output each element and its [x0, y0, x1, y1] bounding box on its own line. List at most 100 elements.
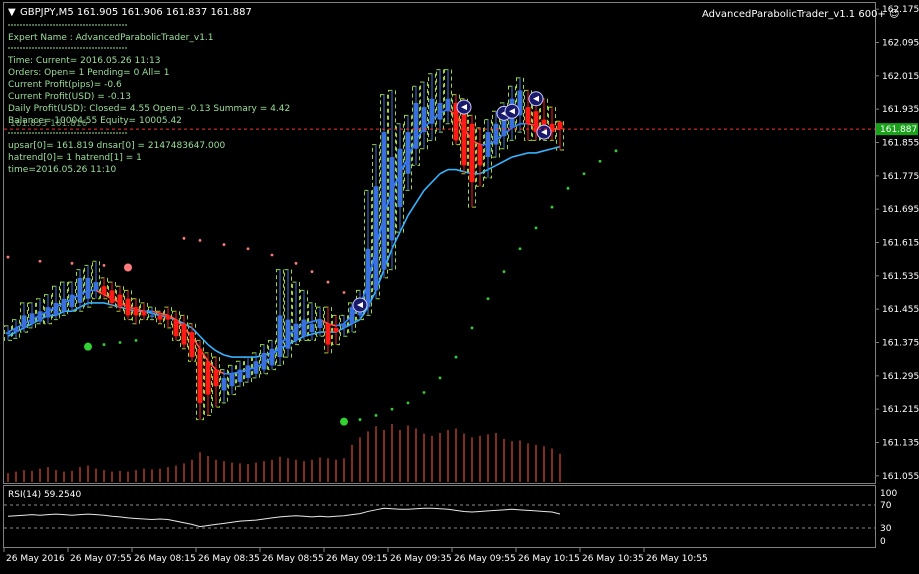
candle-body: [78, 278, 83, 303]
sar-up-dot: [599, 160, 602, 163]
chart-background: [0, 0, 919, 570]
rsi-label: RSI(14) 59.2540: [8, 490, 81, 500]
price-axis-label: 162.095: [882, 39, 919, 49]
time-axis-label: 26 May 2016: [6, 554, 65, 564]
candle-body: [406, 132, 411, 174]
profit-usd-text: Current Profit(USD) = -0.13: [8, 92, 131, 102]
candle-body: [230, 374, 235, 387]
candle-body: [126, 299, 131, 316]
time-axis-label: 26 May 08:55: [262, 554, 324, 564]
candle-body: [94, 282, 99, 290]
sar-up-dot: [340, 418, 348, 426]
candle-body: [390, 157, 395, 240]
candle-body: [438, 103, 443, 120]
candle-body: [526, 107, 531, 124]
candle-body: [478, 145, 483, 166]
candle-body: [246, 365, 251, 378]
sar-up-dot: [119, 341, 122, 344]
price-axis-label: 161.855: [882, 139, 919, 149]
candle-body: [318, 320, 323, 328]
expert-name-text: Expert Name : AdvancedParabolicTrader_v1…: [8, 33, 214, 43]
rsi-axis-0: 0: [880, 537, 886, 547]
hatrend-text: hatrend[0]= 1 hatrend[1] = 1: [8, 153, 142, 163]
candle-body: [470, 124, 475, 182]
price-axis-label: 161.215: [882, 405, 919, 415]
candle-body: [302, 320, 307, 337]
sar-up-dot: [487, 297, 490, 300]
candle-body: [150, 315, 155, 317]
rsi-axis-100: 100: [880, 489, 897, 499]
sar-down-dot: [7, 256, 10, 259]
rsi-axis-30: 30: [880, 524, 892, 534]
candle-body: [422, 107, 427, 132]
price-axis-label: 161.695: [882, 205, 919, 215]
candle-body: [30, 313, 35, 323]
candle-body: [86, 278, 91, 299]
candle-body: [118, 295, 123, 308]
sar-up-dot: [535, 227, 538, 230]
candle-body: [310, 324, 315, 332]
candle-body: [334, 328, 339, 332]
candle-body: [494, 124, 499, 145]
candle-body: [190, 332, 195, 357]
sar-down-dot: [311, 270, 314, 273]
candle-body: [222, 378, 227, 391]
chart-canvas[interactable]: ▼ GBPJPY,M5 161.905 161.906 161.837 161.…: [0, 0, 919, 570]
sar-up-dot: [471, 327, 474, 330]
sar-up-dot: [567, 187, 570, 190]
candle-body: [558, 122, 563, 129]
sar-text: upsar[0]= 161.819 dnsar[0] = 2147483647.…: [8, 141, 225, 151]
sar-up-dot: [103, 343, 106, 346]
sar-up-dot: [519, 247, 522, 250]
dropdown-triangle-icon[interactable]: ▼: [8, 7, 16, 18]
price-axis-label: 161.535: [882, 272, 919, 282]
sar-up-dot: [503, 270, 506, 273]
sar-up-dot: [439, 377, 442, 380]
sar-down-dot: [271, 254, 274, 257]
time-axis-label: 26 May 08:35: [198, 554, 260, 564]
mt4-chart-window[interactable]: ▼ GBPJPY,M5 161.905 161.906 161.837 161.…: [0, 0, 919, 570]
candle-body: [6, 332, 11, 334]
sar-down-dot: [71, 262, 74, 265]
candle-body: [262, 353, 267, 370]
price-axis-label: 162.015: [882, 72, 919, 82]
sar-down-dot: [295, 262, 298, 265]
sar-down-dot: [247, 247, 250, 250]
sar-down-dot: [103, 264, 106, 267]
price-axis[interactable]: 162.175162.095162.015161.935161.855161.7…: [875, 5, 919, 482]
candle-body: [238, 370, 243, 383]
time-axis-label: 26 May 09:55: [454, 554, 516, 564]
candle-body: [142, 311, 147, 315]
sar-down-dot: [39, 260, 42, 263]
sar-up-dot: [391, 408, 394, 411]
price-axis-label: 161.615: [882, 239, 919, 249]
candle-body: [366, 249, 371, 307]
sar-up-dot: [423, 391, 426, 394]
candle-body: [414, 103, 419, 149]
profit-pips-text: Current Profit(pips)= -0.6: [8, 80, 122, 90]
time-axis-label: 26 May 07:55: [70, 554, 132, 564]
candle-body: [286, 320, 291, 349]
candle-body: [46, 307, 51, 317]
candle-body: [54, 303, 59, 316]
time-axis-label: 26 May 10:55: [646, 554, 708, 564]
expert-label[interactable]: AdvancedParabolicTrader_v1.1 600+ ☺: [702, 9, 899, 20]
sar-down-dot: [124, 264, 132, 272]
candle-body: [486, 132, 491, 157]
candle-body: [430, 99, 435, 124]
candle-body: [374, 186, 379, 290]
candle-body: [446, 99, 451, 112]
candle-body: [158, 315, 163, 319]
candle-body: [174, 320, 179, 337]
candle-body: [166, 315, 171, 319]
sar-up-dot: [407, 402, 410, 405]
price-axis-label: 161.135: [882, 439, 919, 449]
price-axis-label: 161.055: [882, 472, 919, 482]
candle-body: [382, 132, 387, 269]
rsi-axis-70: 70: [880, 501, 892, 511]
candle-body: [38, 311, 43, 321]
candle-body: [70, 295, 75, 308]
sar-up-dot: [359, 418, 362, 421]
time-text: Time: Current= 2016.05.26 11:13: [7, 56, 160, 66]
time-axis-label: 26 May 09:35: [390, 554, 452, 564]
